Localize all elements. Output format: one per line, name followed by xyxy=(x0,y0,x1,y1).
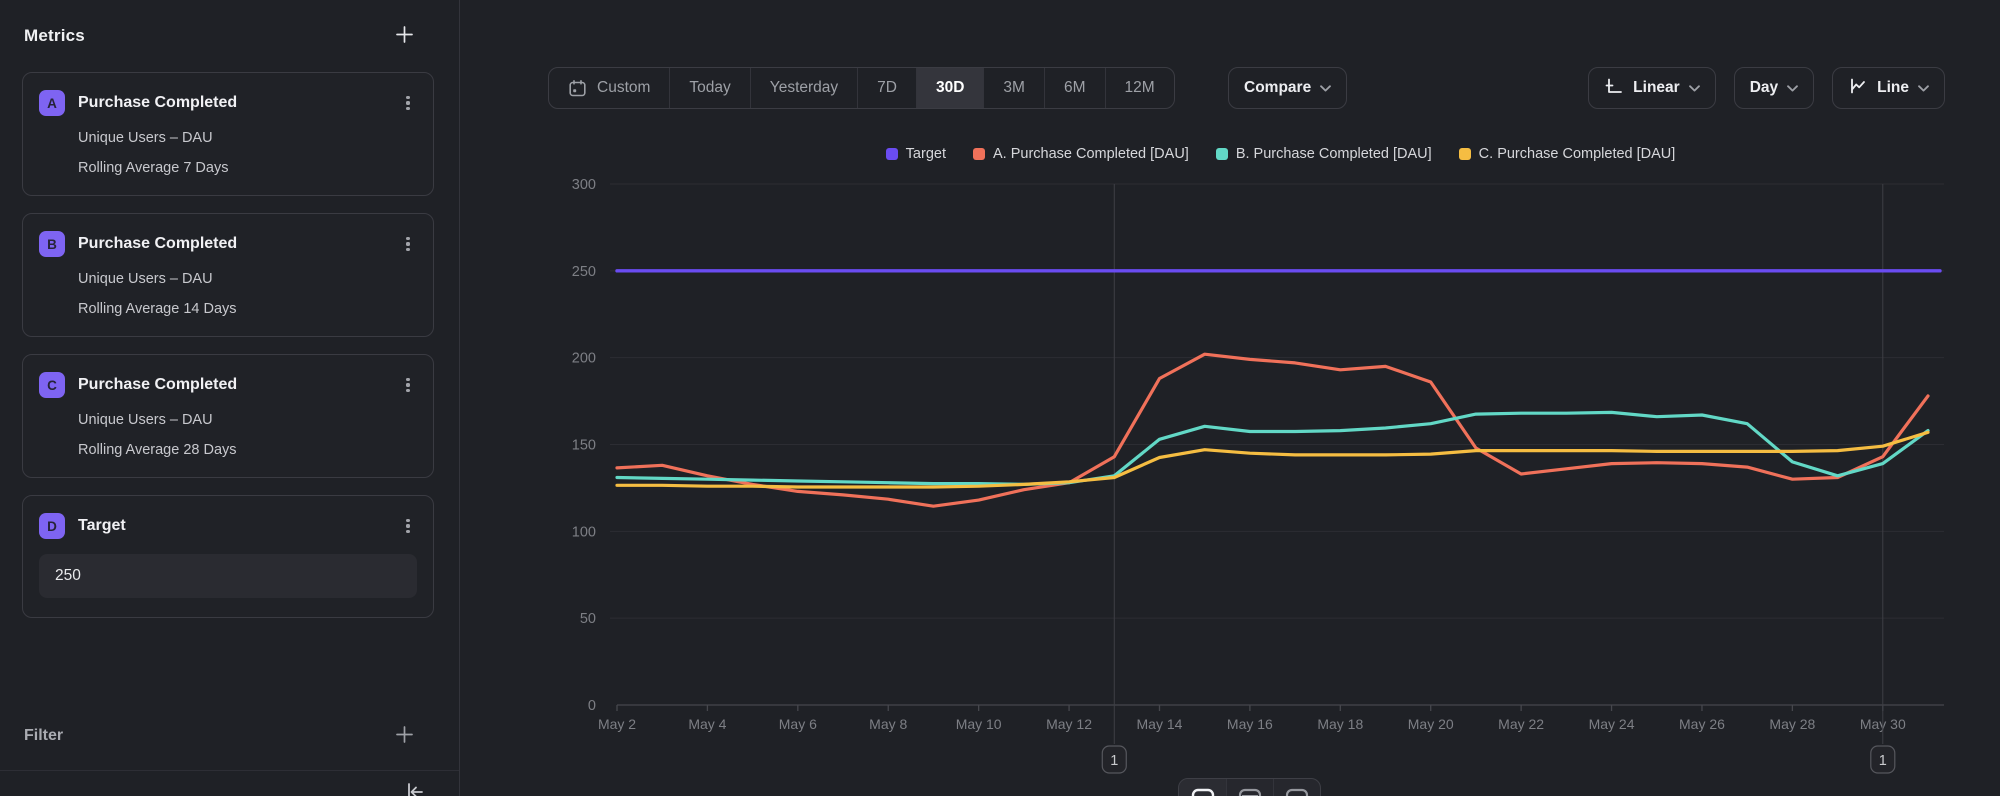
compare-button[interactable]: Compare xyxy=(1228,67,1347,109)
kebab-menu-icon[interactable] xyxy=(399,516,417,536)
metric-transform[interactable]: Rolling Average 28 Days xyxy=(78,442,417,458)
date-range-control: Custom Today Yesterday 7D 30D 3M 6M 12M xyxy=(548,67,1175,109)
legend-item-b[interactable]: B. Purchase Completed [DAU] xyxy=(1216,146,1432,162)
metric-card-a[interactable]: A Purchase Completed Unique Users – DAU … xyxy=(22,72,434,196)
metric-measure[interactable]: Unique Users – DAU xyxy=(78,412,417,428)
collapse-sidebar-button[interactable] xyxy=(404,781,426,796)
legend-label: Target xyxy=(906,146,946,162)
metric-measure[interactable]: Unique Users – DAU xyxy=(78,130,417,146)
metric-letter-badge: C xyxy=(39,372,65,398)
granularity-label: Day xyxy=(1750,79,1778,97)
metric-letter-badge: B xyxy=(39,231,65,257)
range-custom[interactable]: Custom xyxy=(549,68,669,108)
metrics-dashboard: { "sidebar": { "title": "Metrics", "add_… xyxy=(0,0,2000,796)
chevron-down-icon xyxy=(1689,79,1700,97)
range-label: 7D xyxy=(877,79,897,97)
chart-view-icon xyxy=(1191,788,1215,796)
plus-icon xyxy=(396,26,413,46)
range-label: 3M xyxy=(1003,79,1025,97)
range-label: 30D xyxy=(936,79,964,97)
metric-card-c[interactable]: C Purchase Completed Unique Users – DAU … xyxy=(22,354,434,478)
range-label: Custom xyxy=(597,79,650,97)
metric-transform[interactable]: Rolling Average 14 Days xyxy=(78,301,417,317)
range-6m[interactable]: 6M xyxy=(1044,68,1105,108)
chevron-down-icon xyxy=(1918,79,1929,97)
board-view-icon xyxy=(1285,788,1309,796)
kebab-menu-icon[interactable] xyxy=(399,375,417,395)
calendar-icon xyxy=(568,79,587,98)
metric-letter-badge: D xyxy=(39,513,65,539)
metric-card-b[interactable]: B Purchase Completed Unique Users – DAU … xyxy=(22,213,434,337)
range-7d[interactable]: 7D xyxy=(857,68,916,108)
legend-swatch xyxy=(973,148,985,160)
sidebar-header: Metrics xyxy=(0,0,459,46)
add-filter-button[interactable] xyxy=(396,726,413,746)
line-chart-icon xyxy=(1848,76,1868,101)
metric-title: Purchase Completed xyxy=(78,94,399,112)
range-30d[interactable]: 30D xyxy=(916,68,983,108)
chart-display-controls: Linear Day Line xyxy=(1588,67,1945,109)
legend-swatch xyxy=(1216,148,1228,160)
metric-card-header: A Purchase Completed xyxy=(39,90,417,116)
filter-section: Filter xyxy=(24,726,413,746)
metric-card-header: B Purchase Completed xyxy=(39,231,417,257)
scale-selector-button[interactable]: Linear xyxy=(1588,67,1716,109)
kebab-menu-icon[interactable] xyxy=(399,234,417,254)
legend-item-c[interactable]: C. Purchase Completed [DAU] xyxy=(1459,146,1676,162)
metric-card-target[interactable]: D Target 250 xyxy=(22,495,434,618)
metric-card-header: C Purchase Completed xyxy=(39,372,417,398)
granularity-selector-button[interactable]: Day xyxy=(1734,67,1814,109)
chart-type-selector-button[interactable]: Line xyxy=(1832,67,1945,109)
legend-swatch xyxy=(1459,148,1471,160)
range-12m[interactable]: 12M xyxy=(1105,68,1174,108)
collapse-sidebar-icon xyxy=(404,781,426,796)
metric-title: Purchase Completed xyxy=(78,376,399,394)
metric-title: Target xyxy=(78,517,399,535)
metric-letter-badge: A xyxy=(39,90,65,116)
scale-label: Linear xyxy=(1633,79,1680,97)
plus-icon xyxy=(396,726,413,746)
sidebar-title: Metrics xyxy=(24,26,85,46)
legend-swatch xyxy=(886,148,898,160)
axis-icon xyxy=(1604,76,1624,101)
filter-label: Filter xyxy=(24,727,63,745)
legend-item-a[interactable]: A. Purchase Completed [DAU] xyxy=(973,146,1189,162)
chart-legend: Target A. Purchase Completed [DAU] B. Pu… xyxy=(617,146,1944,162)
range-today[interactable]: Today xyxy=(669,68,749,108)
metric-measure[interactable]: Unique Users – DAU xyxy=(78,271,417,287)
range-label: 6M xyxy=(1064,79,1086,97)
range-3m[interactable]: 3M xyxy=(983,68,1044,108)
board-view-button[interactable] xyxy=(1273,779,1320,796)
metric-title: Purchase Completed xyxy=(78,235,399,253)
legend-item-target[interactable]: Target xyxy=(886,146,946,162)
range-label: 12M xyxy=(1125,79,1155,97)
add-metric-button[interactable] xyxy=(396,26,413,46)
chart-view-button[interactable] xyxy=(1179,779,1226,796)
target-value-input[interactable]: 250 xyxy=(39,554,417,598)
legend-label: C. Purchase Completed [DAU] xyxy=(1479,146,1676,162)
chart-panel: Custom Today Yesterday 7D 30D 3M 6M 12M … xyxy=(460,0,2000,796)
range-label: Yesterday xyxy=(770,79,838,97)
chevron-down-icon xyxy=(1320,79,1331,97)
kebab-menu-icon[interactable] xyxy=(399,93,417,113)
metric-transform[interactable]: Rolling Average 7 Days xyxy=(78,160,417,176)
range-yesterday[interactable]: Yesterday xyxy=(750,68,857,108)
legend-label: A. Purchase Completed [DAU] xyxy=(993,146,1189,162)
table-view-icon xyxy=(1238,788,1262,796)
view-toggle-control xyxy=(1178,778,1321,796)
compare-label: Compare xyxy=(1244,79,1311,97)
table-view-button[interactable] xyxy=(1226,779,1273,796)
chevron-down-icon xyxy=(1787,79,1798,97)
chart-type-label: Line xyxy=(1877,79,1909,97)
metric-card-header: D Target xyxy=(39,513,417,539)
sidebar-footer xyxy=(0,770,459,796)
range-label: Today xyxy=(689,79,730,97)
metrics-sidebar: Metrics A Purchase Completed Unique User… xyxy=(0,0,460,796)
legend-label: B. Purchase Completed [DAU] xyxy=(1236,146,1432,162)
